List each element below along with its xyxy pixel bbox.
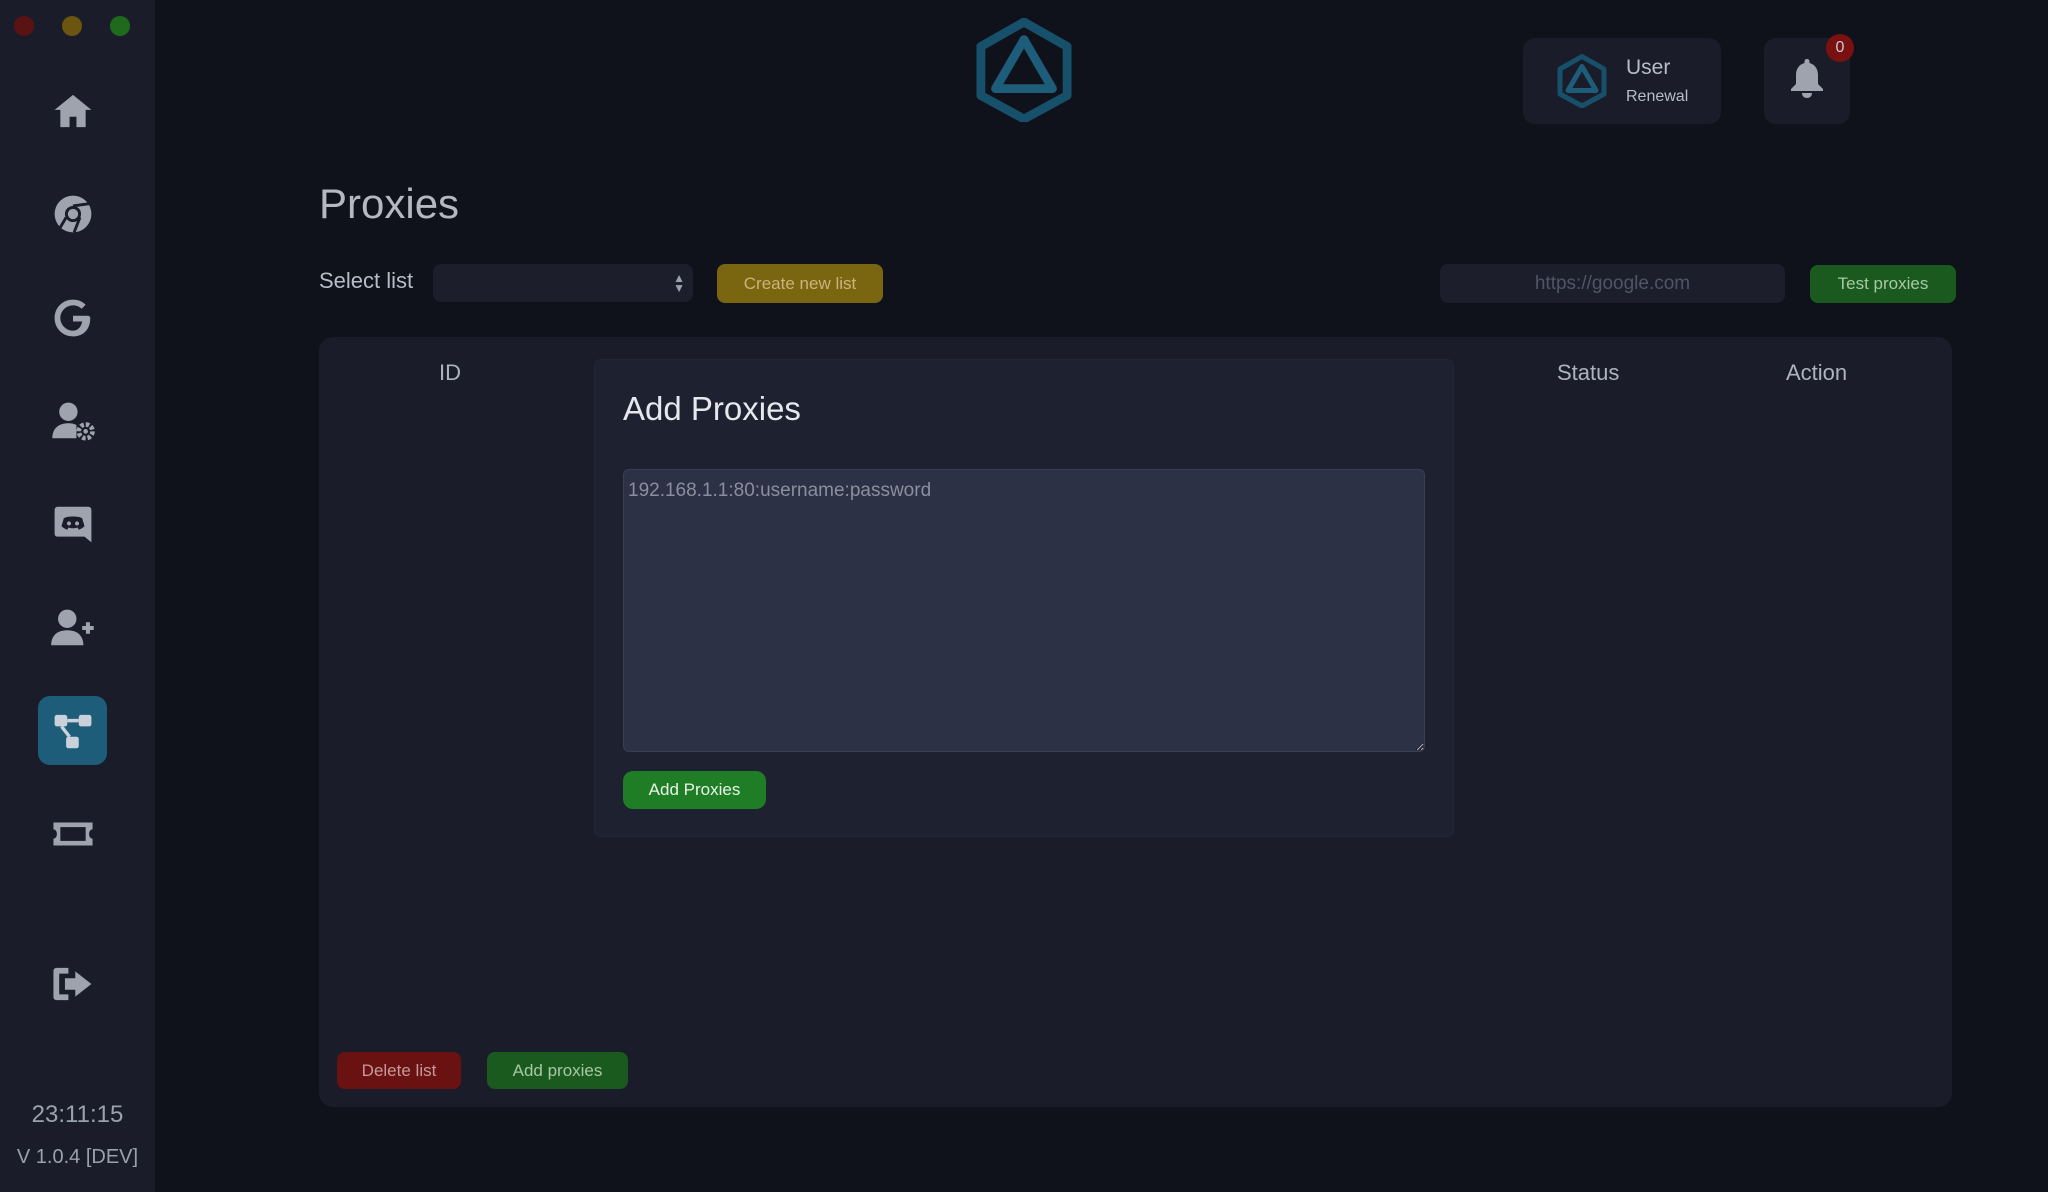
user-plus-icon [50, 605, 96, 651]
sidebar-item-logout[interactable] [38, 949, 107, 1018]
sidebar-item-google[interactable] [38, 283, 107, 352]
add-proxies-button[interactable]: Add proxies [487, 1052, 628, 1089]
sidebar-item-tickets[interactable] [38, 799, 107, 868]
modal-title: Add Proxies [623, 390, 801, 428]
window-maximize-button[interactable] [110, 16, 130, 36]
chrome-icon [50, 191, 96, 237]
sidebar-item-home[interactable] [38, 76, 107, 145]
test-proxies-button[interactable]: Test proxies [1810, 265, 1956, 303]
delete-list-button[interactable]: Delete list [337, 1052, 461, 1089]
column-header-status: Status [1557, 360, 1619, 386]
window-minimize-button[interactable] [62, 16, 82, 36]
sidebar-item-proxies[interactable] [38, 696, 107, 765]
ticket-icon [50, 811, 96, 857]
notification-count-badge: 0 [1826, 34, 1854, 62]
user-avatar-logo-icon [1557, 54, 1607, 108]
select-arrows-icon: ▲▼ [673, 273, 685, 293]
page-title: Proxies [319, 180, 459, 228]
sidebar-item-discord[interactable] [38, 489, 107, 558]
app-version: V 1.0.4 [DEV] [0, 1146, 155, 1169]
bell-icon [1787, 56, 1827, 100]
sidebar-item-user-settings[interactable] [38, 386, 107, 455]
column-header-action: Action [1786, 360, 1847, 386]
google-icon [50, 295, 96, 341]
proxy-network-icon [50, 708, 96, 754]
discord-icon [50, 501, 96, 547]
user-card[interactable]: User Renewal [1523, 38, 1721, 124]
home-icon [50, 88, 96, 134]
window-close-button[interactable] [14, 16, 34, 36]
create-new-list-button[interactable]: Create new list [717, 264, 883, 303]
sidebar-item-chrome[interactable] [38, 179, 107, 248]
select-list-label: Select list [319, 268, 413, 294]
modal-add-proxies-button[interactable]: Add Proxies [623, 771, 766, 809]
add-proxies-modal: Add Proxies Add Proxies [595, 360, 1453, 836]
test-url-input[interactable]: https://google.com [1440, 264, 1785, 303]
clock: 23:11:15 [0, 1101, 155, 1129]
sidebar-item-add-user[interactable] [38, 593, 107, 662]
app-logo [975, 18, 1073, 122]
select-list-dropdown[interactable]: ▲▼ [433, 264, 693, 302]
proxy-list-textarea[interactable] [623, 469, 1425, 752]
column-header-id: ID [439, 360, 461, 386]
logout-icon [50, 961, 96, 1007]
user-plan: Renewal [1626, 88, 1688, 106]
user-gear-icon [50, 398, 96, 444]
sidebar: 23:11:15 V 1.0.4 [DEV] [0, 0, 155, 1192]
user-name: User [1626, 56, 1670, 80]
